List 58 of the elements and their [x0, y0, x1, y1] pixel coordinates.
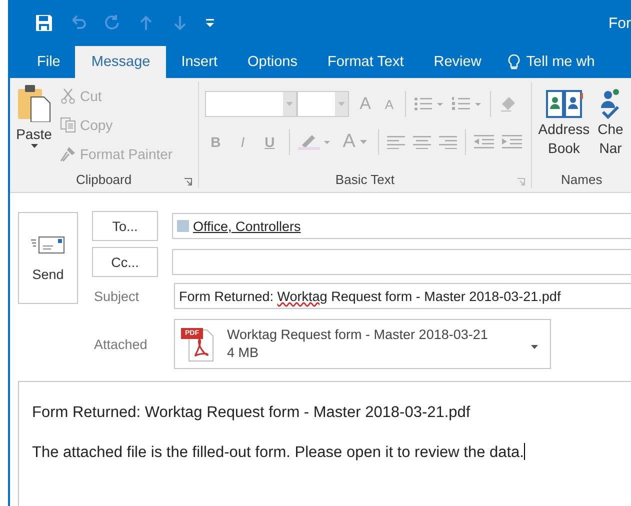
group-label: Names	[561, 172, 602, 186]
save-icon[interactable]	[35, 14, 53, 32]
ribbon-tab[interactable]: Insert	[166, 46, 232, 78]
scissors-icon	[60, 88, 76, 104]
customize-icon[interactable]	[205, 18, 215, 28]
message-body[interactable]: Form Returned: Worktag Request form - Master 2018-03-21.pdf The attached file is the filled-out form. Please open it to review the data.	[18, 381, 631, 506]
caret-icon[interactable]	[531, 345, 538, 349]
decrease-indent-icon[interactable]	[474, 135, 494, 149]
tell-me-search[interactable]: Tell me wh	[496, 46, 595, 78]
dialog-launcher-icon[interactable]	[184, 178, 192, 186]
subject-field[interactable]: Form Returned: Worktag Request form - Master 2018-03-21.pdf	[174, 283, 631, 309]
align-left-icon[interactable]	[387, 135, 406, 149]
ribbon-tab[interactable]: Format Text	[312, 46, 419, 78]
align-center-icon[interactable]	[413, 135, 432, 149]
increase-indent-icon[interactable]	[502, 135, 522, 149]
ribbon-tab[interactable]: Review	[418, 46, 496, 78]
eraser-icon[interactable]	[498, 95, 517, 113]
highlighter-icon[interactable]	[298, 133, 332, 151]
ribbon-tab[interactable]: Options	[232, 46, 312, 78]
subject-label: Subject	[93, 288, 140, 304]
numbered-list-icon[interactable]	[452, 96, 482, 112]
body-paragraph: The attached file is the filled-out form. Please open it to review the data.	[32, 443, 526, 462]
dialog-launcher-icon[interactable]	[517, 178, 526, 186]
to-button[interactable]: To...	[92, 211, 158, 241]
align-right-icon[interactable]	[439, 135, 458, 149]
attached-label: Attached	[93, 336, 148, 352]
body-paragraph: Form Returned: Worktag Request form - Master 2018-03-21.pdf	[32, 404, 472, 422]
paste-button[interactable]: Paste	[10, 82, 58, 170]
attachment-size: 4 MB	[227, 344, 260, 362]
clipboard-icon	[16, 84, 52, 122]
envelope-icon	[31, 234, 65, 254]
ribbon-tab[interactable]: File	[22, 46, 76, 78]
ribbon-tab[interactable]: Message	[75, 46, 166, 78]
group-label: Clipboard	[76, 172, 132, 186]
caret-icon	[286, 102, 293, 106]
send-button[interactable]: Send	[18, 212, 78, 304]
paintbrush-icon	[60, 146, 76, 162]
attachment-name: Worktag Request form - Master 2018-03-21	[227, 326, 489, 344]
people-check-icon	[600, 88, 620, 120]
caret-icon	[30, 144, 38, 148]
recipient-name[interactable]: Office, Controllers	[193, 218, 301, 234]
copy-icon	[60, 116, 76, 132]
window-title: For	[608, 14, 631, 32]
address-book-button[interactable]: Address Book	[536, 84, 592, 168]
lightbulb-icon	[508, 54, 520, 70]
address-book-icon	[544, 88, 583, 120]
cc-field[interactable]	[172, 249, 631, 275]
font-name-dropdown[interactable]	[204, 91, 297, 117]
cc-button[interactable]: Cc...	[92, 247, 158, 277]
group-label: Basic Text	[335, 172, 394, 186]
caret-icon	[360, 140, 368, 144]
bullet-list-icon[interactable]	[414, 96, 444, 112]
check-names-button[interactable]: Che Nar	[596, 84, 626, 168]
to-field[interactable]: Office, Controllers	[172, 213, 631, 239]
font-size-dropdown[interactable]	[296, 91, 349, 117]
caret-icon	[338, 102, 345, 106]
tell-me-text: Tell me wh	[526, 54, 595, 70]
contact-icon	[177, 220, 189, 232]
